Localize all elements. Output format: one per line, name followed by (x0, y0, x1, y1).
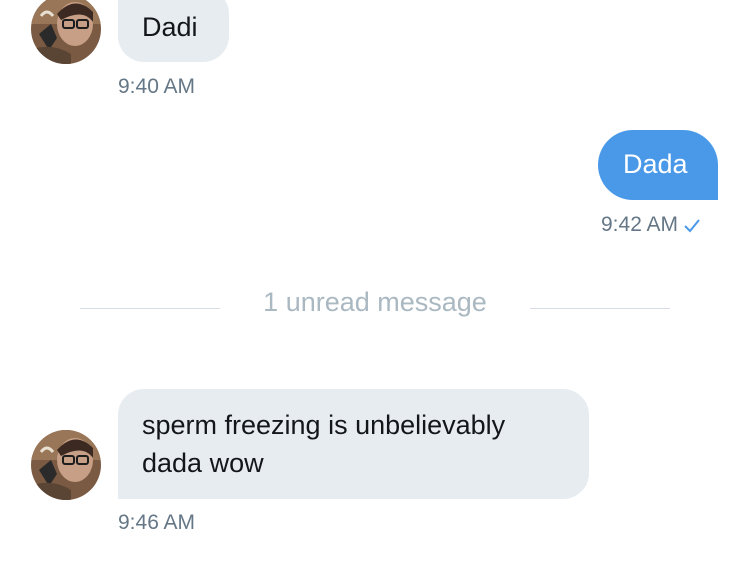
avatar-photo-icon (31, 430, 101, 500)
checkmark-icon (684, 215, 700, 239)
dm-conversation: Dadi 9:40 AM Dada 9:42 AM 1 unread messa… (0, 0, 750, 562)
message-status-row: 9:42 AM (601, 213, 700, 239)
message-timestamp: 9:40 AM (118, 75, 196, 98)
message-text: Dadi (142, 12, 198, 42)
divider-line-left (80, 308, 220, 309)
sender-avatar[interactable] (31, 430, 101, 500)
incoming-message-bubble[interactable]: sperm freezing is unbelievably dada wow (118, 389, 589, 499)
divider-line-right (530, 308, 670, 309)
outgoing-message-bubble[interactable]: Dada (598, 130, 718, 200)
unread-divider-label: 1 unread message (263, 287, 487, 317)
message-text: Dada (623, 149, 688, 179)
avatar-photo-icon (31, 0, 101, 64)
sender-avatar[interactable] (31, 0, 101, 64)
message-timestamp: 9:42 AM (601, 213, 679, 236)
message-text: sperm freezing is unbelievably dada wow (142, 410, 506, 478)
incoming-message-bubble[interactable]: Dadi (118, 0, 229, 62)
message-timestamp: 9:46 AM (118, 511, 196, 534)
